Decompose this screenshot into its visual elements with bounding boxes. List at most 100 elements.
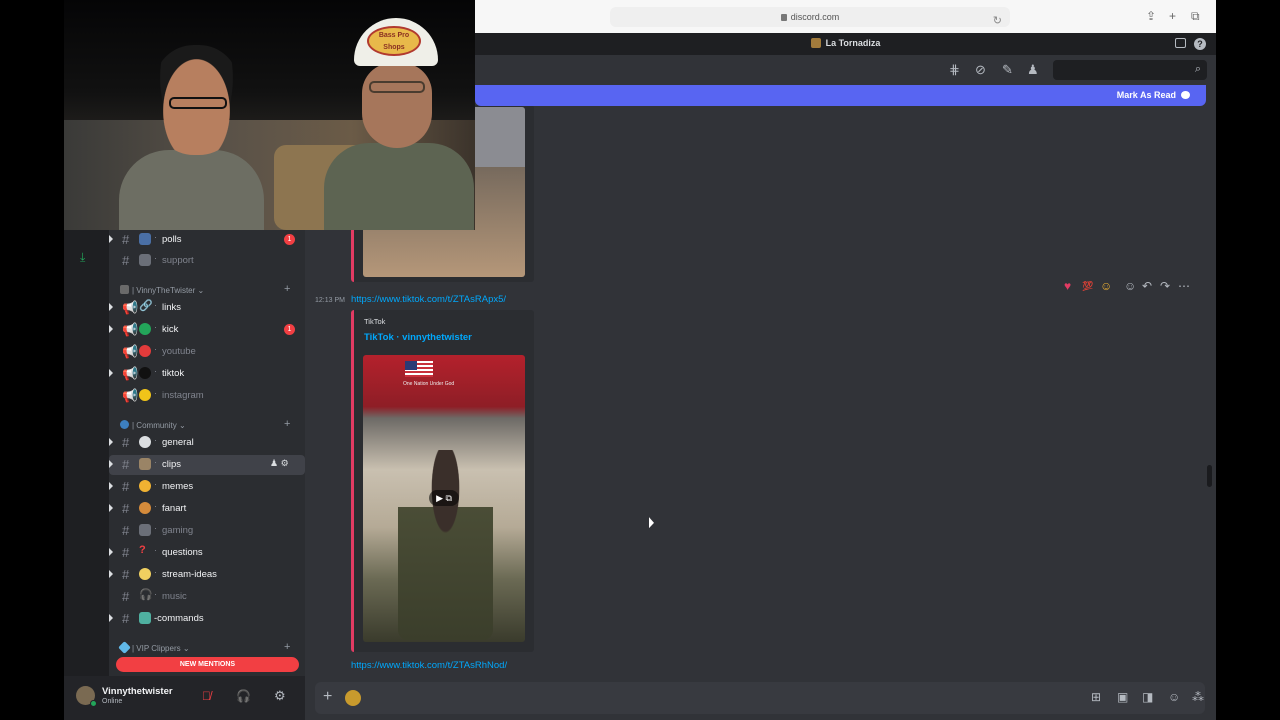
inbox-icon[interactable] [1175,38,1186,48]
expand-arrow-icon[interactable] [109,438,113,446]
invite-icon[interactable]: ♟ [270,458,278,468]
thumbnail-caption: One Nation Under God [403,381,455,387]
robot-emoji-icon [139,612,151,624]
laughing-emoji-icon [139,480,151,492]
channel-name: kick [162,324,179,335]
pinned-messages-icon[interactable]: ✎ [1002,62,1013,78]
channel-name: clips [162,459,182,470]
share-icon[interactable]: ⇪ [1146,9,1156,23]
channel-settings-icon[interactable]: ⚙ [281,458,289,468]
channel-fanart[interactable]: # · fanart [109,499,305,519]
expand-arrow-icon[interactable] [109,325,113,333]
embed-author-link[interactable]: TikTok · vinnythetwister [364,332,472,343]
channel-support[interactable]: # · support [109,251,305,271]
search-input[interactable]: ⌕ [1053,60,1207,80]
apps-icon[interactable]: ⁂ [1192,690,1204,704]
expand-arrow-icon[interactable] [109,482,113,490]
add-channel-icon[interactable]: + [284,418,290,430]
mark-as-read-button[interactable]: Mark As Read [1117,90,1190,100]
user-status: Online [102,698,123,705]
more-options-icon[interactable]: ⋯ [1178,279,1190,293]
reply-icon[interactable]: ↶ [1142,279,1152,293]
heart-reaction-icon[interactable]: ♥ [1064,279,1071,293]
channel-polls[interactable]: # · polls 1 [109,230,305,250]
chat-scrollbar-thumb[interactable] [1207,465,1212,487]
add-reaction-icon[interactable]: ☺ [1124,279,1136,293]
new-mentions-button[interactable]: NEW MENTIONS [116,657,299,672]
mark-read-icon [1181,91,1190,99]
channel-clips[interactable]: # · clips ♟ ⚙ [109,455,305,475]
separator: · [154,388,157,398]
streamer-right: Bass Pro Shops [324,18,474,230]
announcement-channel-icon: 📢 [122,344,139,359]
channel-kick[interactable]: 📢 · kick 1 [109,320,305,340]
reload-icon[interactable]: ↻ [993,11,1002,31]
video-thumbnail[interactable]: One Nation Under God ▶ ⧉ [363,355,525,642]
forward-icon[interactable]: ↷ [1160,279,1170,293]
tiktok-embed: TikTok TikTok · vinnythetwister One Nati… [351,310,534,652]
threads-icon[interactable]: ⋕ [949,62,960,78]
upload-plus-icon[interactable]: + [323,688,332,706]
channel-tiktok[interactable]: 📢 · tiktok [109,364,305,384]
support-emoji-icon [139,254,151,266]
expand-arrow-icon[interactable] [109,614,113,622]
category-label: | VinnyTheTwister [132,286,196,295]
new-tab-icon[interactable]: + [1169,9,1176,23]
red-circle-icon [139,345,151,357]
headset-icon[interactable]: 🎧 [236,689,251,703]
channel-gaming[interactable]: # · gaming [109,521,305,541]
channel-youtube[interactable]: 📢 · youtube [109,342,305,362]
category-vinnythetwister[interactable]: | VinnyTheTwister ⌄ + [120,283,290,299]
mark-as-read-label: Mark As Read [1116,90,1176,100]
sticker-icon[interactable]: ◨ [1142,690,1153,704]
mic-muted-icon[interactable]: 🎙̸ [202,689,211,703]
channel-links[interactable]: 📢 🔗 · links [109,298,305,318]
play-icon[interactable]: ▶ ⧉ [429,490,459,506]
channel-general[interactable]: # · general [109,433,305,453]
expand-arrow-icon[interactable] [109,460,113,468]
laugh-reaction-icon[interactable]: ☺ [1100,279,1112,293]
new-messages-bar[interactable]: Mark As Read [475,85,1206,106]
expand-arrow-icon[interactable] [109,235,113,243]
notification-settings-icon[interactable]: ⊘ [975,62,986,78]
separator: · [154,322,157,332]
expand-arrow-icon[interactable] [109,548,113,556]
expand-arrow-icon[interactable] [109,504,113,512]
gift-icon[interactable]: ⊞ [1091,690,1101,704]
message-composer: + ⊞ ▣ ◨ ☺ ⁂ [305,676,1216,720]
add-channel-icon[interactable]: + [284,283,290,295]
download-apps-icon[interactable]: ⤓ [80,250,85,265]
separator: · [154,300,157,310]
message-link[interactable]: https://www.tiktok.com/t/ZTAsRhNod/ [351,660,507,671]
palette-emoji-icon [139,502,151,514]
channel-memes[interactable]: # · memes [109,477,305,497]
lock-icon [780,14,787,21]
category-community[interactable]: | Community ⌄ + [120,418,290,434]
channel-questions[interactable]: # ? · questions [109,543,305,563]
channel-music[interactable]: # 🎧 · music [109,587,305,607]
message-link[interactable]: https://www.tiktok.com/t/ZTAsRApx5/ [351,294,506,305]
expand-arrow-icon[interactable] [109,369,113,377]
expand-arrow-icon[interactable] [109,303,113,311]
category-label: | Community [132,421,177,430]
gif-icon[interactable]: ▣ [1117,690,1128,704]
help-icon[interactable]: ? [1194,38,1206,50]
emoji-icon[interactable]: ☺ [1168,690,1180,704]
member-list-icon[interactable]: ♟ [1027,62,1039,78]
channel-instagram[interactable]: 📢 · instagram [109,386,305,406]
address-bar[interactable]: discord.com ↻ [610,7,1010,27]
channel-commands[interactable]: # -commands [109,609,305,629]
announcement-channel-icon: 📢 [122,366,139,381]
hundred-reaction-icon[interactable]: 💯 [1082,281,1093,292]
tabs-overview-icon[interactable]: ⧉ [1191,9,1200,24]
add-channel-icon[interactable]: + [284,641,290,653]
globe-icon [120,420,129,429]
user-settings-icon[interactable]: ⚙ [274,688,286,704]
app-launcher-icon[interactable] [345,690,361,706]
username[interactable]: Vinnythetwister [102,686,173,697]
expand-arrow-icon[interactable] [109,570,113,578]
category-vip-clippers[interactable]: | VIP Clippers ⌄ + [118,641,290,657]
mention-badge: 1 [284,324,295,335]
channel-stream-ideas[interactable]: # · stream-ideas [109,565,305,585]
message-input[interactable]: + ⊞ ▣ ◨ ☺ ⁂ [315,682,1205,714]
